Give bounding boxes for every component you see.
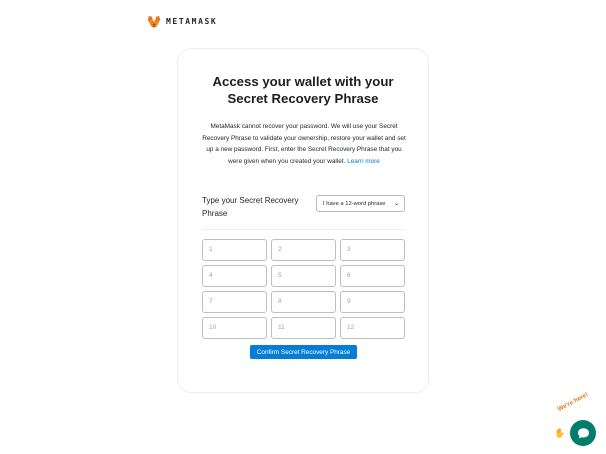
learn-more-link[interactable]: Learn more: [347, 158, 380, 165]
word-placeholder: 11: [278, 324, 285, 331]
title-line-2: Secret Recovery Phrase: [227, 90, 379, 106]
word-input-10[interactable]: 10: [202, 317, 267, 339]
word-input-7[interactable]: 7: [202, 291, 267, 313]
chevron-down-icon: ⌄: [393, 201, 399, 207]
chat-bubble-icon: [577, 427, 589, 439]
word-placeholder: 1: [209, 246, 213, 253]
word-input-9[interactable]: 9: [340, 291, 405, 313]
chat-button[interactable]: [570, 420, 596, 446]
word-input-3[interactable]: 3: [340, 239, 405, 261]
word-placeholder: 12: [347, 324, 355, 331]
divider: [202, 229, 405, 230]
word-placeholder: 3: [347, 246, 351, 253]
word-placeholder: 4: [209, 272, 213, 279]
word-placeholder: 7: [209, 298, 213, 305]
word-placeholder: 9: [347, 298, 351, 305]
word-input-2[interactable]: 2: [271, 239, 336, 261]
word-placeholder: 6: [347, 272, 351, 279]
word-placeholder: 5: [278, 272, 282, 279]
phrase-length-value: I have a 12-word phrase: [323, 200, 386, 207]
import-wallet-card: Access your wallet with your Secret Reco…: [177, 48, 429, 393]
phrase-length-select[interactable]: I have a 12-word phrase ⌄: [316, 195, 405, 212]
word-placeholder: 2: [278, 246, 282, 253]
description: MetaMask cannot recover your password. W…: [200, 121, 408, 167]
type-phrase-label: Type your Secret Recovery Phrase: [202, 196, 299, 218]
word-input-12[interactable]: 12: [340, 317, 405, 339]
word-input-4[interactable]: 4: [202, 265, 267, 287]
word-input-5[interactable]: 5: [271, 265, 336, 287]
word-input-11[interactable]: 11: [271, 317, 336, 339]
header: METAMASK: [147, 14, 217, 28]
metamask-fox-icon: [147, 15, 161, 28]
word-input-1[interactable]: 1: [202, 239, 267, 261]
confirm-phrase-button[interactable]: Confirm Secret Recovery Phrase: [250, 345, 357, 359]
word-placeholder: 10: [209, 324, 217, 331]
word-fields-grid: 1 2 3 4 5 6 7 8 9 10 11 12: [202, 239, 405, 340]
word-placeholder: 8: [278, 298, 282, 305]
help-widget: We're here! ✋: [552, 391, 606, 450]
waving-hand-icon: ✋: [554, 428, 566, 438]
word-input-8[interactable]: 8: [271, 291, 336, 313]
help-widget-text: We're here!: [556, 391, 590, 413]
title-line-1: Access your wallet with your: [212, 74, 394, 89]
page-title: Access your wallet with your Secret Reco…: [178, 74, 428, 107]
word-input-6[interactable]: 6: [340, 265, 405, 287]
brand-wordmark: METAMASK: [166, 16, 218, 26]
